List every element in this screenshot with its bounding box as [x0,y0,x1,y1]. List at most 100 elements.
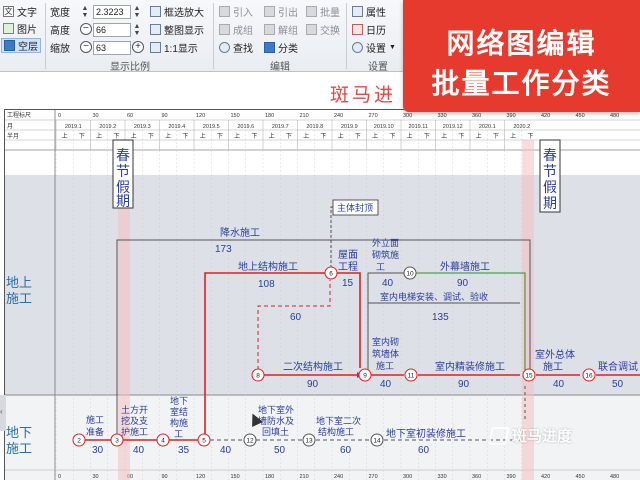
ruler-tick-label: 150 [231,474,240,480]
node-number: 6 [329,271,333,278]
network-node[interactable]: 10 [403,266,417,280]
ruler-tick-label: 30 [93,474,99,480]
ruler-tick-label: 90 [162,113,168,119]
holiday-box[interactable]: 春 节 假 期 [112,139,134,209]
half-month-label: 下 [286,133,292,140]
network-node[interactable]: 6 [324,266,338,280]
half-month-label: 下 [320,133,326,140]
svg-text:室内砌: 室内砌 [372,336,399,347]
ruler-tick-label: 450 [576,113,585,119]
ruler-tick-label: 270 [369,474,378,480]
svg-text:地下室二次: 地下室二次 [316,415,361,426]
ruler-tick-label: 210 [300,474,309,480]
network-node[interactable]: 13 [302,433,316,447]
node-number: 12 [246,438,254,445]
node-number: 4 [161,438,165,445]
ruler-tick-label: 60 [127,113,133,119]
svg-text:50: 50 [274,445,286,456]
network-node[interactable]: 2 [72,433,86,447]
half-month-label: 上 [407,132,413,140]
svg-text:假: 假 [543,179,557,195]
svg-text:90: 90 [307,379,319,390]
svg-text:40: 40 [133,445,145,456]
month-label: 2019.1 [65,124,82,130]
logo-icon [488,426,510,445]
holiday-text: 春 [116,147,130,163]
half-month-label: 下 [79,133,85,140]
node-number: 15 [525,373,533,380]
svg-text:主体封顶: 主体封顶 [337,202,373,213]
ruler-tick-label: 420 [541,474,550,480]
svg-text:外幕墙施工: 外幕墙施工 [440,260,490,273]
svg-text:地上结构施工: 地上结构施工 [238,260,298,273]
svg-text:地下室外: 地下室外 [258,404,294,415]
svg-text:60: 60 [340,445,352,456]
network-node[interactable]: 8 [251,368,265,382]
network-node[interactable]: 9 [358,368,372,382]
holiday-box[interactable]: 春 节 假 期 [539,139,561,213]
network-node[interactable]: 16 [582,368,596,382]
network-node[interactable]: 12 [243,433,257,447]
svg-text:施工: 施工 [543,360,563,373]
section-label-below: 地下 施工 [6,426,46,458]
half-month-label: 上 [96,132,102,140]
svg-text:墙防水及: 墙防水及 [258,415,294,426]
half-month-label: 上 [62,132,68,140]
svg-text:准备: 准备 [86,426,104,437]
svg-text:节: 节 [543,163,557,179]
left-scroll-handle[interactable]: ‹ [0,395,6,431]
svg-text:工: 工 [174,429,183,439]
half-month-label: 上 [441,132,447,140]
node-number: 16 [585,373,593,380]
ruler-tick-label: 180 [265,474,274,480]
watermark-logo: 斑马进度 [488,425,572,446]
half-month-label: 下 [182,133,188,140]
half-month-label: 下 [389,133,395,140]
network-node[interactable]: 4 [156,433,170,447]
half-month-label: 下 [148,133,154,140]
svg-text:地下室初装修施工: 地下室初装修施工 [386,427,466,440]
svg-text:40: 40 [382,278,394,289]
ruler-tick-label: 150 [231,113,240,119]
month-label: 2019.12 [443,124,463,130]
svg-text:期: 期 [116,193,130,209]
month-row-label: 月 [7,123,13,130]
month-label: 2019.10 [374,124,394,130]
month-label: 2020.1 [479,124,496,130]
half-month-row-label: 半月 [7,132,19,140]
svg-text:结构施工: 结构施工 [318,426,354,437]
promo-line-1: 网络图编辑 [446,27,597,60]
node-number: 10 [406,271,414,278]
month-label: 2019.8 [306,124,323,130]
network-node[interactable]: 5 [197,433,211,447]
svg-text:40: 40 [553,379,565,390]
section-label-text: 地下 施工 [6,426,33,457]
svg-text:节: 节 [116,163,130,179]
svg-text:工程: 工程 [338,261,358,273]
network-node[interactable]: 15 [522,368,536,382]
node-number: 9 [363,373,367,380]
ruler-tick-label: 420 [541,113,550,119]
section-label-above: 地上 施工 [6,276,46,308]
half-month-label: 下 [251,133,257,140]
half-month-label: 上 [338,132,344,140]
month-label: 2019.11 [409,124,428,130]
ruler-tick-label: 240 [334,113,343,119]
ruler-tick-label: 480 [610,474,619,480]
ruler-tick-label: 330 [438,474,447,480]
month-label: 2019.6 [237,124,254,130]
ruler-tick-label: 180 [265,113,274,119]
svg-text:室外总体: 室外总体 [535,348,575,361]
network-node[interactable]: 3 [110,433,124,447]
section-label-text: 地上 施工 [6,276,33,307]
ruler-tick-label: 480 [610,113,619,119]
svg-text:15: 15 [342,278,354,289]
ruler-tick-label: 300 [403,474,412,480]
network-node[interactable]: 14 [370,433,384,447]
ruler-tick-label: 450 [576,474,585,480]
svg-text:室结: 室结 [170,406,188,417]
month-label: 2019.2 [99,124,116,130]
svg-text:降水施工: 降水施工 [220,226,260,239]
network-node[interactable]: 11 [404,368,418,382]
ruler-tick-label: 240 [334,474,343,480]
